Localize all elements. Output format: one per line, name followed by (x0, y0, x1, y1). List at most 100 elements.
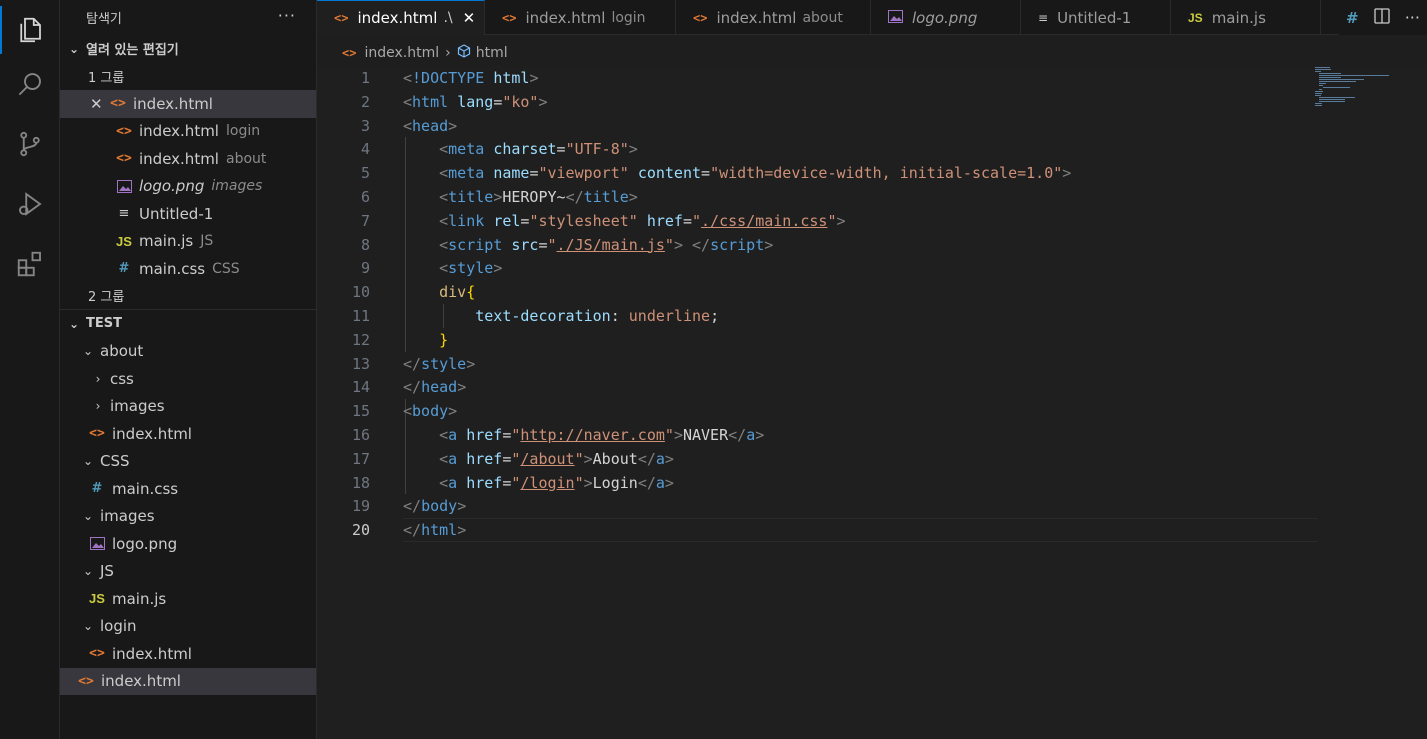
open-editor-item[interactable]: <> index.html login (60, 118, 316, 146)
tab-logo-png[interactable]: logo.png (871, 0, 1021, 35)
code-line[interactable]: 6 <title>HEROPY~</title> (317, 185, 1317, 209)
open-editor-item[interactable]: # main.css CSS (60, 255, 316, 283)
folder-item[interactable]: ⌄ login (60, 613, 316, 641)
file-item[interactable]: # main.css (60, 475, 316, 503)
file-name: index.html (101, 672, 181, 691)
explorer-icon[interactable] (0, 0, 60, 60)
tab-main-js[interactable]: JS main.js (1171, 0, 1321, 35)
code-text: <!DOCTYPE html> (403, 69, 539, 87)
group-label: 2 그룹 (88, 290, 125, 306)
folder-item[interactable]: › css (60, 365, 316, 393)
code-line[interactable]: 9 <style> (317, 256, 1317, 280)
folder-item[interactable]: ⌄ about (60, 338, 316, 366)
chevron-down-icon: ⌄ (82, 509, 94, 524)
explorer-sidebar: 탐색기 ··· ⌄ 열려 있는 편집기 1 그룹 ✕ <> index.html… (60, 0, 317, 739)
code-text: <meta charset="UTF-8"> (439, 140, 638, 159)
open-editors-label: 열려 있는 편집기 (86, 43, 179, 59)
folder-item[interactable]: ⌄ CSS (60, 448, 316, 476)
html-icon: <> (78, 673, 94, 689)
file-item[interactable]: <> index.html (60, 667, 316, 695)
html-icon: <> (693, 10, 708, 25)
folder-item[interactable]: ⌄ images (60, 503, 316, 531)
code-editor[interactable]: 1 <!DOCTYPE html> 2 <html lang="ko"> 3 <head>… (317, 66, 1427, 739)
folder-item[interactable]: ⌄ JS (60, 558, 316, 586)
code-line[interactable]: 1 <!DOCTYPE html> (317, 66, 1317, 90)
file-item[interactable]: <> index.html (60, 420, 316, 448)
code-line[interactable]: 4 <meta charset="UTF-8"> (317, 137, 1317, 161)
tab-desc: about (802, 9, 843, 26)
folder-item[interactable]: › images (60, 393, 316, 421)
line-number: 18 (351, 473, 370, 492)
folder-name: images (110, 397, 165, 416)
line-number: 9 (360, 259, 370, 278)
tab-index-html-login[interactable]: <> index.html login (485, 0, 676, 35)
open-editors-header[interactable]: ⌄ 열려 있는 편집기 (60, 35, 316, 63)
editor-group-2[interactable]: 2 그룹 (60, 283, 316, 310)
chevron-down-icon: ⌄ (82, 344, 94, 359)
source-control-icon[interactable] (0, 114, 60, 174)
css-tab-icon[interactable]: # (1346, 9, 1359, 27)
code-line[interactable]: 14 </head> (317, 375, 1317, 399)
tab-index-html[interactable]: <> index.html .\ ✕ (317, 0, 485, 35)
open-editor-item[interactable]: JS main.js JS (60, 228, 316, 256)
code-line[interactable]: 19 </body> (317, 494, 1317, 518)
explorer-title-label: 탐색기 (86, 12, 122, 27)
code-text: <a href="/about">About</a> (439, 449, 674, 468)
code-line[interactable]: 15 <body> (317, 399, 1317, 423)
code-line[interactable]: 5 <meta name="viewport" content="width=d… (317, 161, 1317, 185)
code-line[interactable]: 8 <script src="./JS/main.js"> </script> (317, 233, 1317, 257)
code-line[interactable]: 13 </style> (317, 352, 1317, 376)
search-icon[interactable] (0, 54, 60, 114)
code-line[interactable]: 17 <a href="/about">About</a> (317, 447, 1317, 471)
breadcrumb: <> index.html › html (317, 41, 508, 65)
file-item[interactable]: <> index.html (60, 640, 316, 668)
open-editor-item[interactable]: <> index.html about (60, 145, 316, 173)
html-icon: <> (89, 646, 105, 662)
code-line[interactable]: 11 text-decoration: underline; (317, 304, 1317, 328)
open-editor-item[interactable]: logo.png images (60, 173, 316, 201)
tab-desc: .\ (443, 10, 453, 26)
more-actions-icon[interactable]: ··· (278, 6, 296, 25)
folder-name: JS (100, 562, 114, 581)
code-line[interactable]: 7 <link rel="stylesheet" href="./css/mai… (317, 209, 1317, 233)
folder-name: css (110, 369, 134, 388)
run-debug-icon[interactable] (0, 174, 60, 234)
split-editor-icon[interactable] (1373, 7, 1391, 29)
open-editor-item[interactable]: ✕ <> index.html (60, 90, 316, 118)
tab-desc: login (611, 9, 646, 26)
close-icon[interactable]: ✕ (90, 95, 110, 113)
html-icon: <> (116, 151, 132, 167)
extensions-icon[interactable] (0, 234, 60, 294)
minimap[interactable] (1315, 66, 1415, 126)
open-editor-name: logo.png (139, 177, 205, 196)
open-editor-desc: JS (200, 233, 214, 250)
html-icon: <> (502, 10, 517, 25)
line-number: 11 (351, 307, 370, 325)
code-line[interactable]: 18 <a href="/login">Login</a> (317, 471, 1317, 495)
code-line[interactable]: 2 <html lang="ko"> (317, 90, 1317, 114)
minimap-line (1319, 85, 1323, 86)
tab-untitled-1[interactable]: ≡ Untitled-1 (1021, 0, 1171, 35)
tab-index-html-about[interactable]: <> index.html about (676, 0, 871, 35)
code-line[interactable]: 10 div{ (317, 280, 1317, 304)
close-icon[interactable]: ✕ (463, 9, 476, 27)
breadcrumb-symbol[interactable]: html (476, 45, 508, 61)
code-line[interactable]: 12 } (317, 328, 1317, 352)
tab-label: index.html (716, 8, 797, 27)
file-item[interactable]: logo.png (60, 530, 316, 558)
more-actions-icon[interactable]: ··· (1405, 8, 1420, 27)
folder-header[interactable]: ⌄ TEST (60, 310, 316, 338)
code-line[interactable]: 3 <head> (317, 114, 1317, 138)
code-line[interactable]: 20 </html> (317, 518, 1317, 542)
code-line[interactable]: 16 <a href="http://naver.com">NAVER</a> (317, 423, 1317, 447)
image-icon (888, 9, 903, 26)
open-editor-item[interactable]: ≡ Untitled-1 (60, 200, 316, 228)
file-item[interactable]: JS main.js (60, 585, 316, 613)
code-text: <link rel="stylesheet" href="./css/main.… (439, 211, 846, 230)
line-number: 6 (360, 188, 370, 206)
code-text: div{ (439, 283, 476, 302)
tab-label: main.js (1211, 8, 1266, 27)
editor-group-1[interactable]: 1 그룹 (60, 63, 316, 91)
breadcrumb-file[interactable]: index.html (364, 45, 439, 61)
open-editor-name: index.html (139, 149, 219, 168)
